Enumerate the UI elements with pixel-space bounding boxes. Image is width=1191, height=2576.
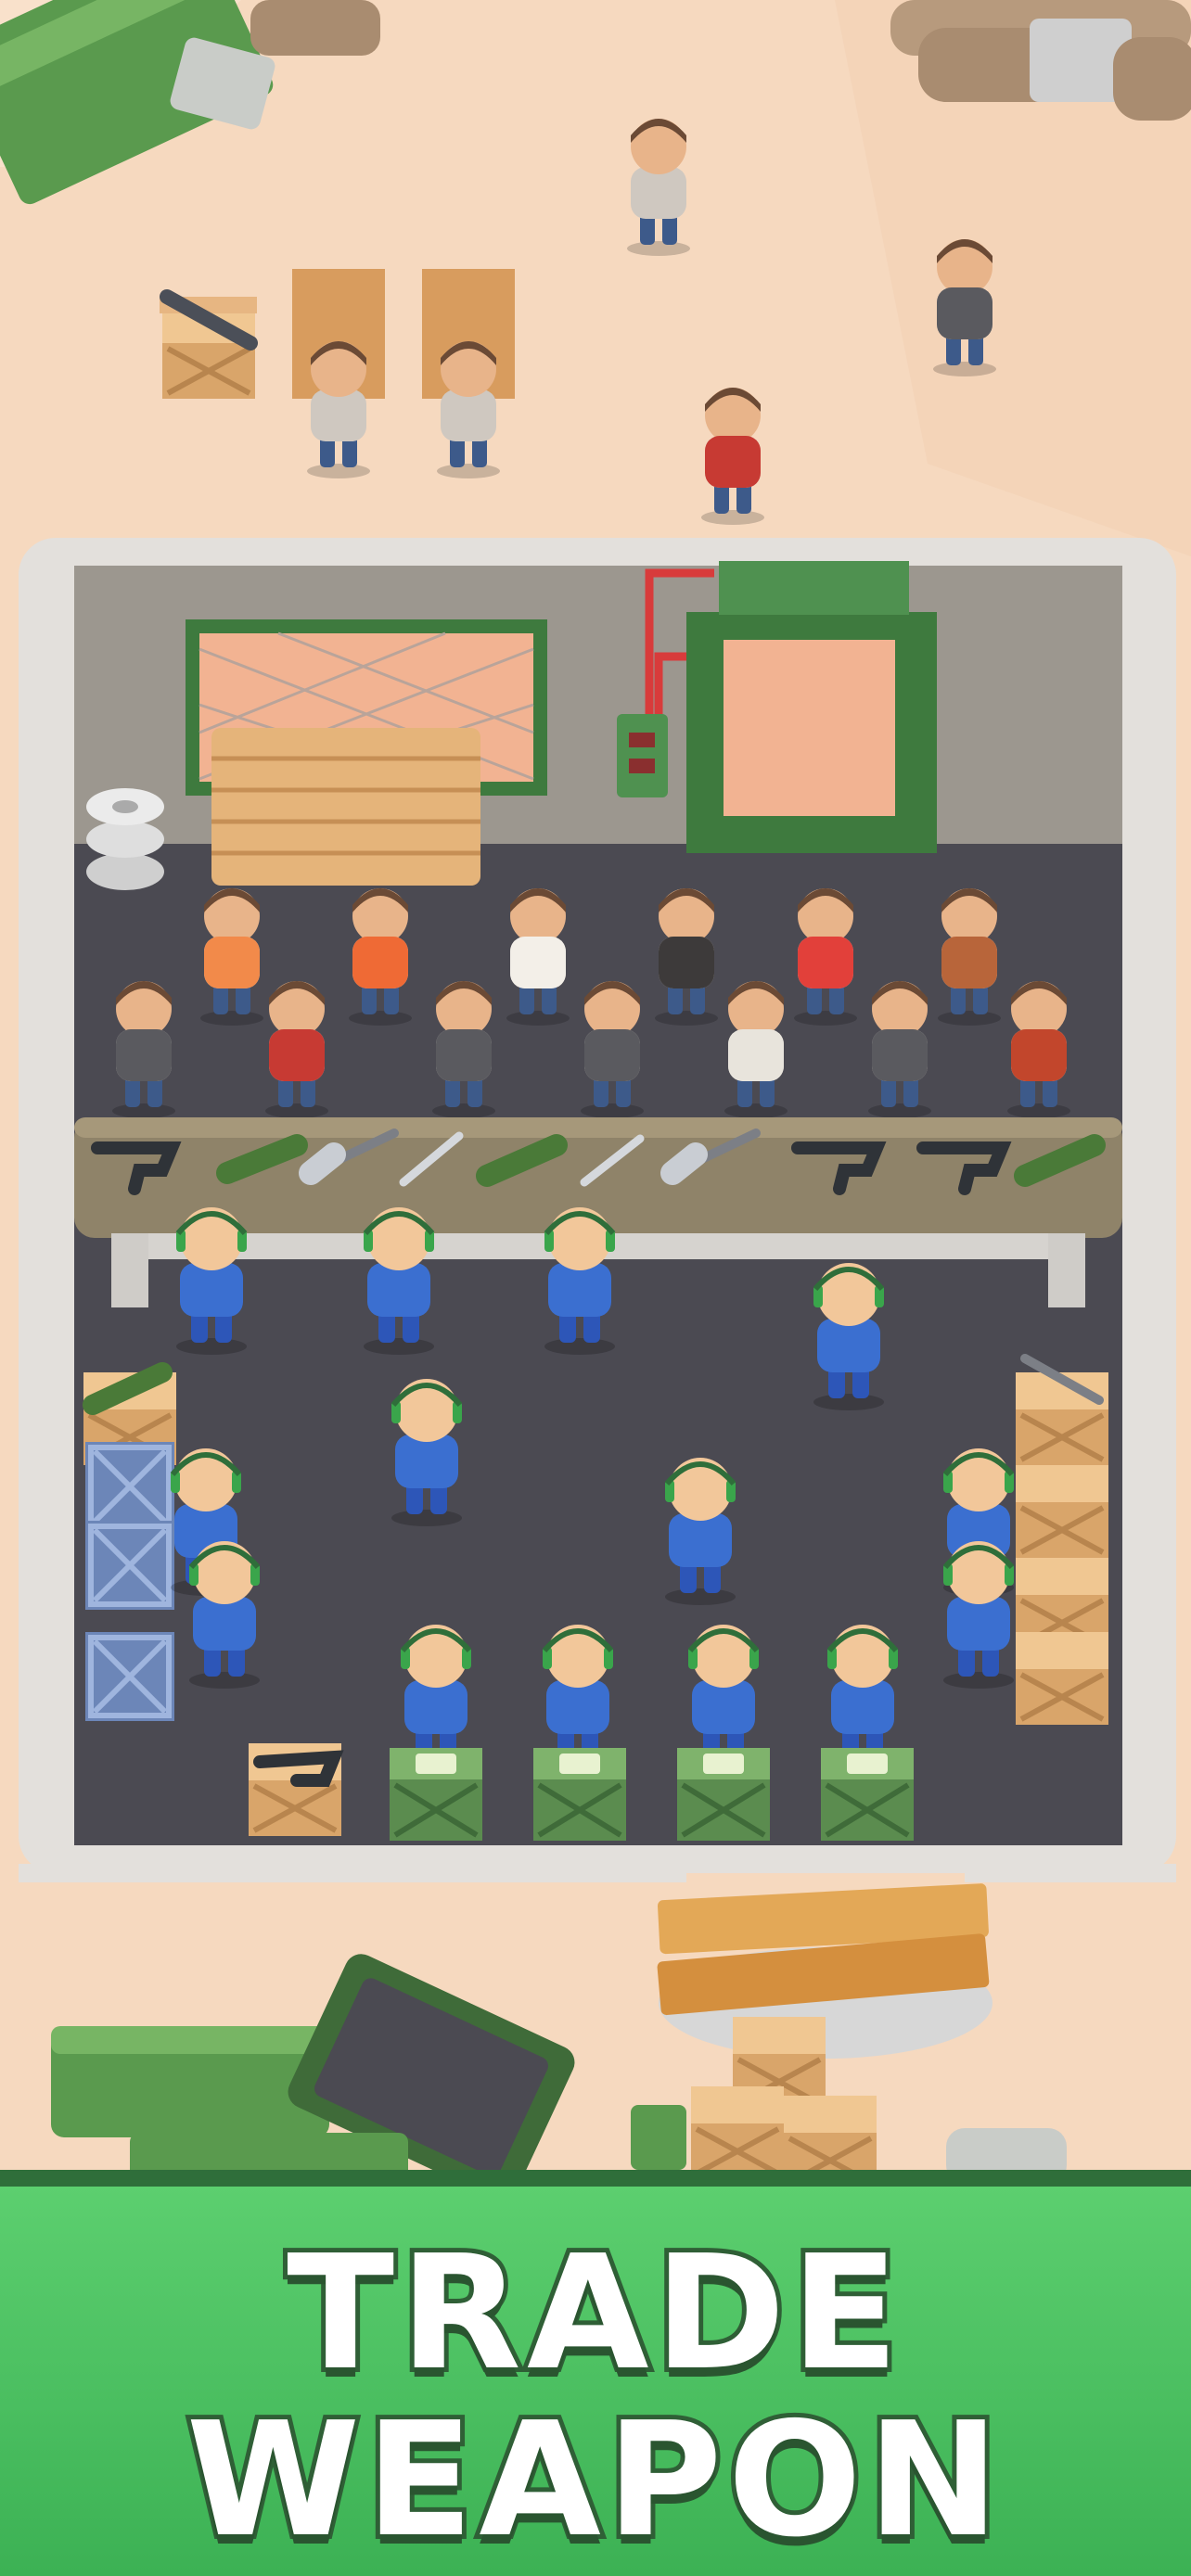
boarded-window xyxy=(211,728,480,886)
right-station xyxy=(1016,1354,1108,1725)
left-station xyxy=(83,1362,176,1721)
tire-stack xyxy=(86,788,164,890)
banner-title-line2: WEAPON xyxy=(182,2389,1005,2572)
sandbag-top xyxy=(250,0,380,56)
banner-title-line1: TRADE xyxy=(282,2222,904,2405)
